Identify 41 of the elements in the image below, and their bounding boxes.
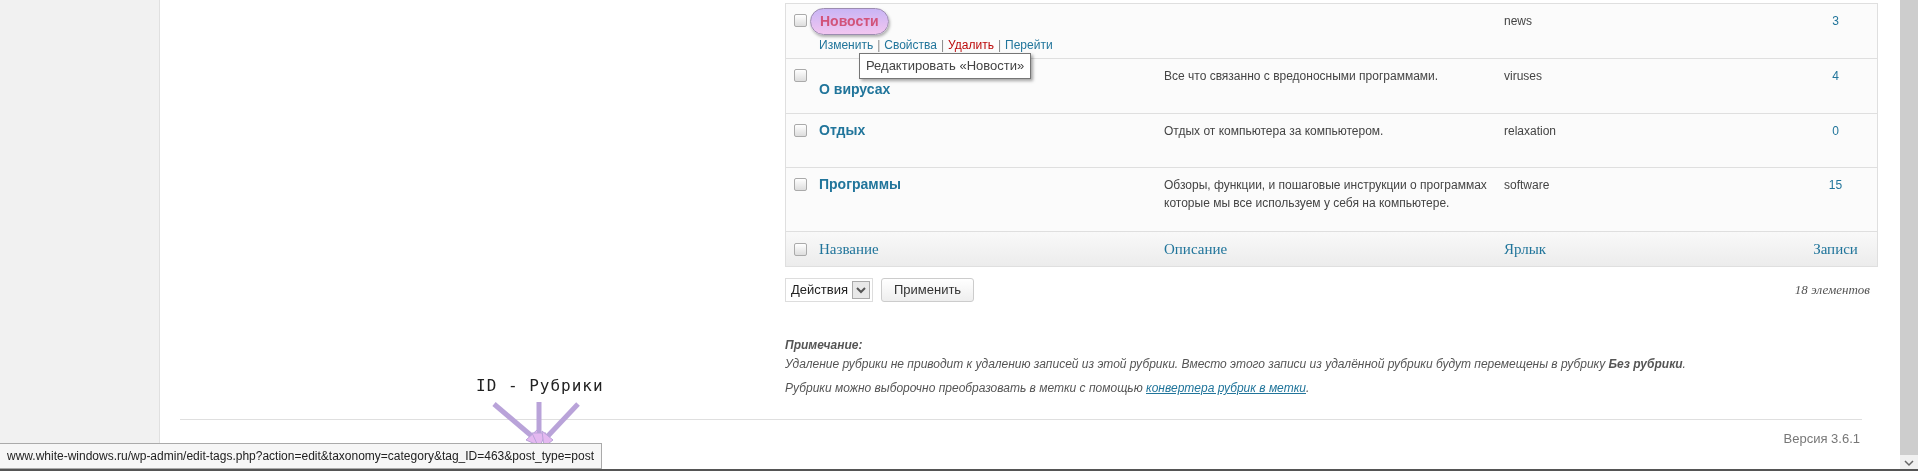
post-count-link[interactable]: 4 (1832, 69, 1839, 83)
bulk-actions-select[interactable]: Действия (785, 278, 873, 302)
category-name-link[interactable]: Программы (819, 174, 901, 195)
category-slug: news (1504, 14, 1532, 28)
select-all-checkbox[interactable] (794, 242, 807, 256)
category-description: Отдых от компьютера за компьютером. (1164, 124, 1384, 138)
converter-link[interactable]: конвертера рубрик в метки (1146, 381, 1306, 395)
category-name-link[interactable]: Отдых (819, 120, 866, 141)
category-slug: viruses (1504, 69, 1542, 83)
version-text: Версия 3.6.1 (1783, 430, 1860, 448)
category-slug: relaxation (1504, 124, 1557, 138)
item-count: 18 элементов (1794, 281, 1870, 300)
note-text: Удаление рубрики не приводит к удалению записей из этой рубрики. Вместо этого записи из удалённой рубрики будут перемещены в рубрику Без рубрики. (785, 356, 1687, 373)
row-checkbox[interactable] (794, 14, 807, 27)
column-header-link[interactable]: Ярлык (1504, 241, 1547, 257)
row-action-link[interactable]: Изменить (819, 36, 874, 54)
row-checkbox[interactable] (794, 69, 807, 82)
action-separator: | (940, 37, 945, 54)
status-bar-url: www.white-windows.ru/wp-admin/edit-tags.php?action=edit&taxonomy=category&tag_ID=463&post_type=post (0, 443, 602, 469)
action-separator: | (877, 37, 881, 54)
row-checkbox[interactable] (794, 178, 807, 191)
category-slug: software (1504, 178, 1550, 192)
column-header-link[interactable]: Название (819, 241, 879, 257)
column-header-link[interactable]: Описание (1164, 241, 1228, 257)
tooltip: Редактировать «Новости» (859, 53, 1032, 79)
post-count-link[interactable]: 3 (1832, 14, 1839, 28)
post-count-link[interactable]: 15 (1828, 178, 1843, 192)
column-header-link[interactable]: Записи (1813, 241, 1858, 257)
note-title: Примечание: (785, 337, 864, 354)
row-action-link[interactable]: Перейти (1005, 36, 1053, 54)
category-name-link[interactable]: О вирусах (819, 79, 891, 100)
note-text: Рубрики можно выборочно преобразовать в метки с помощью конвертера рубрик в метки. (785, 381, 1310, 395)
row-checkbox[interactable] (794, 124, 807, 137)
post-count-link[interactable]: 0 (1832, 124, 1839, 138)
category-description: Все что связанно с вредоносными программами. (1164, 69, 1439, 83)
apply-button[interactable]: Применить (880, 278, 975, 302)
row-action-link[interactable]: Свойства (884, 36, 937, 54)
category-description: Обзоры, функции, и пошаговые инструкции о программах которые мы все используем у себя на компьютере. (1164, 178, 1487, 210)
delete-link[interactable]: Удалить (948, 36, 994, 54)
action-separator: | (997, 37, 1002, 54)
annotation-label: ID - Рубрики (476, 375, 604, 397)
